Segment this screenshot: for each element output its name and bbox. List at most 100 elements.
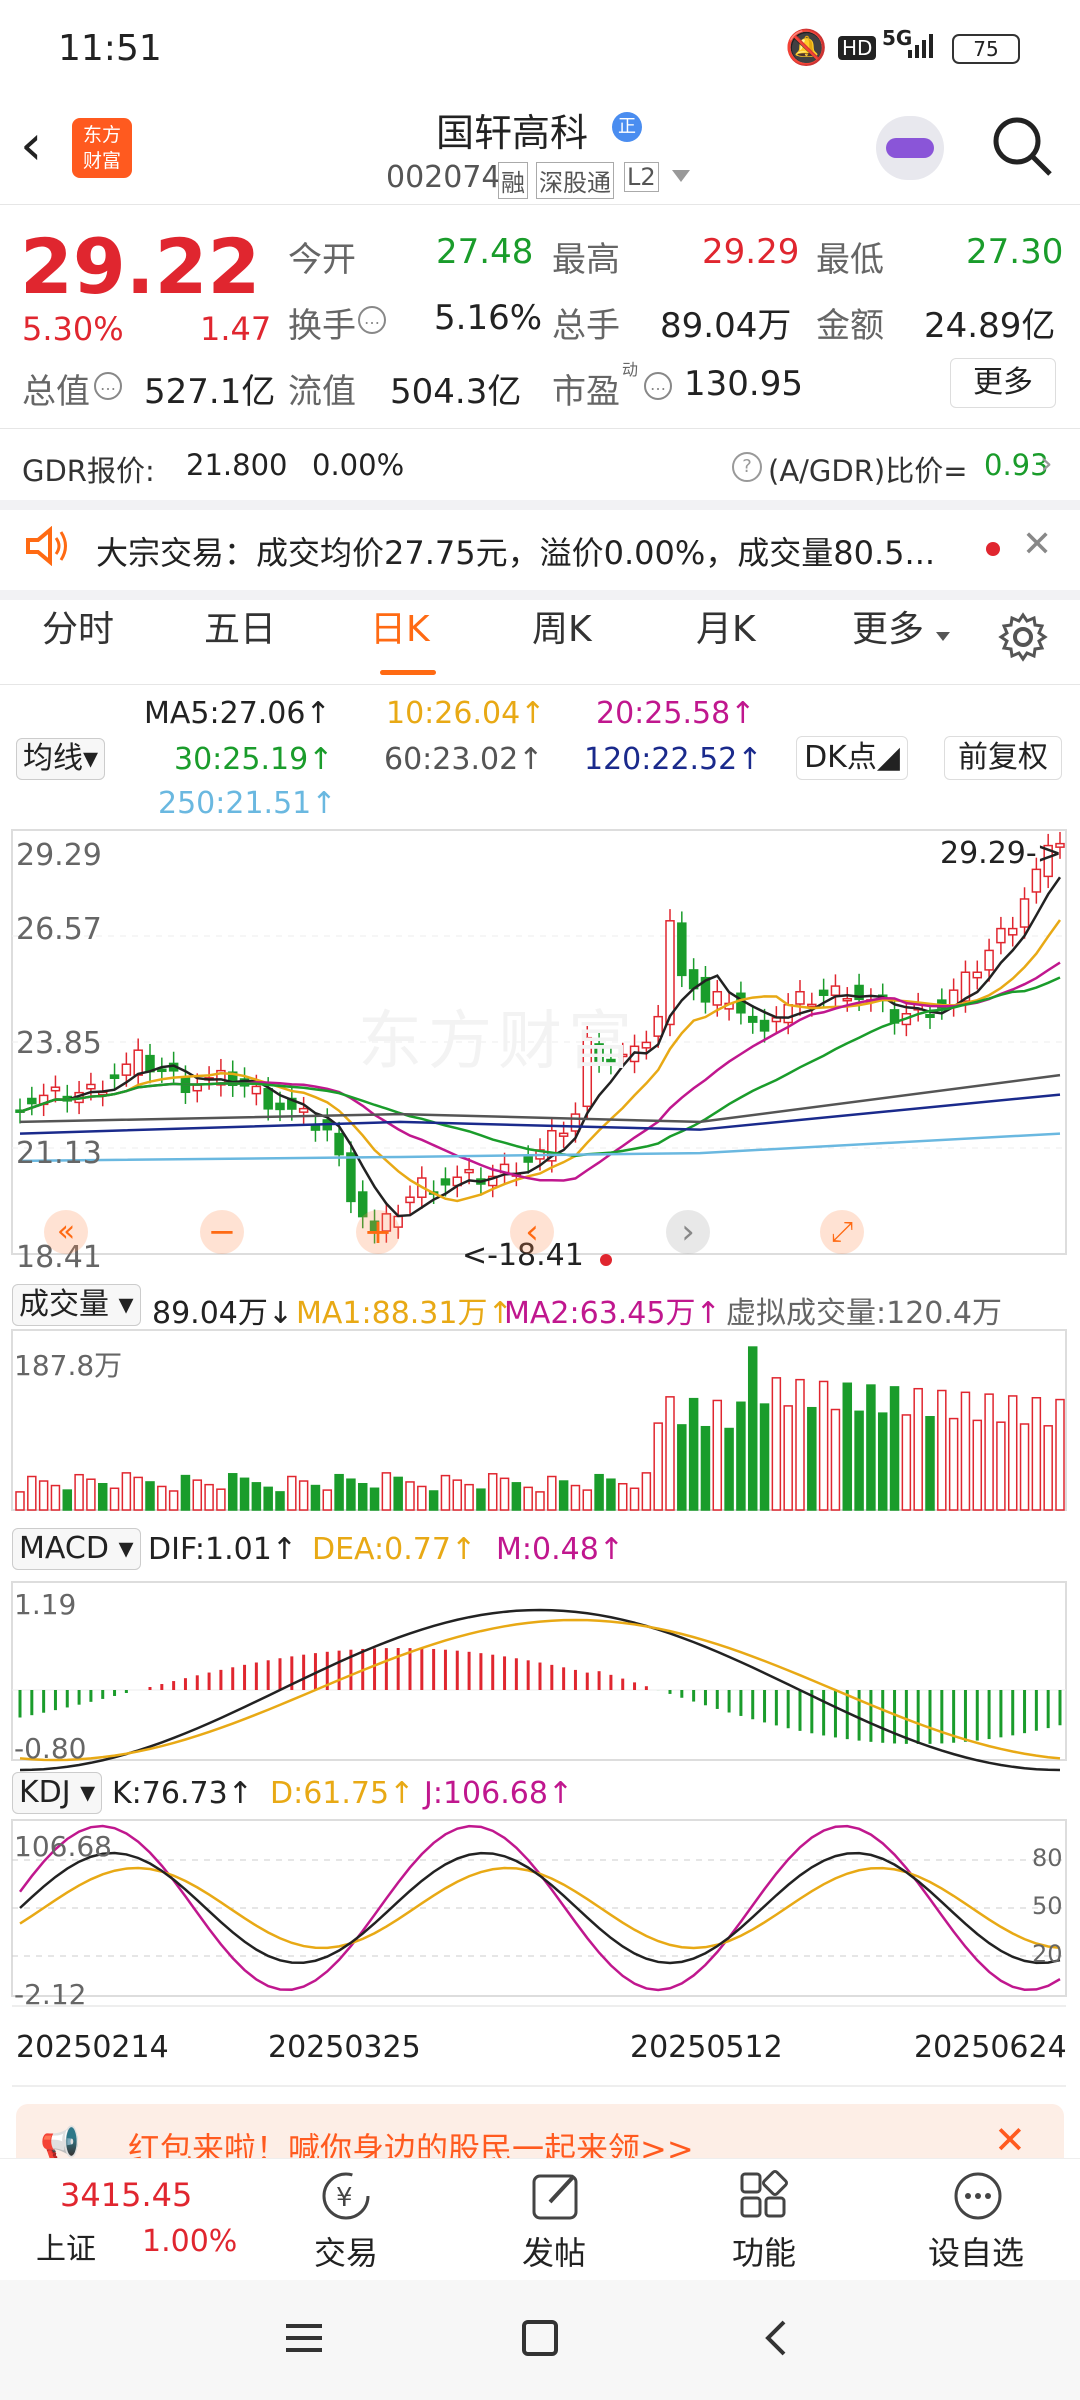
- tab-monthly-k[interactable]: 月K: [696, 600, 756, 652]
- tab-daily-k[interactable]: 日K: [370, 600, 430, 652]
- home-icon[interactable]: [520, 2318, 560, 2362]
- post-label[interactable]: 发帖: [522, 2228, 586, 2274]
- tab-5day[interactable]: 五日: [204, 600, 276, 652]
- kdj-j: J:106.68↑: [424, 1776, 574, 1811]
- volume-ma1: MA1:88.31万↑: [296, 1296, 513, 1331]
- volume-bar: [960, 1391, 971, 1511]
- kdj-bottom-label: -2.12: [14, 1978, 87, 2011]
- candle-body: [334, 1132, 344, 1156]
- zoom-in-icon[interactable]: +: [356, 1210, 400, 1254]
- mktcap-label: 总值: [22, 372, 90, 412]
- speaker-icon: [24, 525, 72, 570]
- dk-point-button[interactable]: DK点◢: [796, 736, 908, 780]
- close-icon[interactable]: ✕: [994, 2118, 1026, 2162]
- ma20-legend: 20:25.58↑: [596, 696, 756, 731]
- volume-bar: [275, 1491, 285, 1511]
- macd-selector[interactable]: MACD ▾: [12, 1528, 141, 1570]
- volume-bar: [38, 1480, 49, 1511]
- help-icon[interactable]: ?: [732, 452, 762, 482]
- volume-bar: [452, 1479, 463, 1511]
- chevron-down-icon[interactable]: [672, 170, 690, 182]
- volume-selector[interactable]: 成交量 ▾: [12, 1284, 141, 1326]
- candle-body: [157, 1068, 167, 1073]
- volume-bar: [239, 1477, 250, 1511]
- volume-bar: [1031, 1397, 1042, 1511]
- info-icon[interactable]: …: [94, 372, 122, 400]
- back-nav-icon[interactable]: [756, 2318, 796, 2362]
- scroll-left-fast-icon[interactable]: «: [44, 1210, 88, 1254]
- trade-icon[interactable]: ¥: [318, 2168, 374, 2228]
- tab-more[interactable]: 更多: [852, 600, 924, 652]
- settings-gear-icon[interactable]: [998, 612, 1048, 666]
- volume-bar: [227, 1473, 238, 1511]
- macd-bottom-label: -0.80: [14, 1732, 87, 1765]
- function-icon[interactable]: [736, 2168, 792, 2228]
- app-logo[interactable]: 东方 财富: [72, 118, 132, 178]
- candle-body: [1007, 927, 1018, 936]
- index-value[interactable]: 3415.45: [60, 2176, 192, 2214]
- candle-body: [948, 989, 959, 1006]
- ma-selector-label: 均线: [23, 741, 83, 776]
- zoom-out-icon[interactable]: −: [200, 1210, 244, 1254]
- add-watchlist-icon[interactable]: [950, 2168, 1006, 2228]
- volume-label: 总手: [552, 306, 620, 346]
- volume-bar: [641, 1472, 652, 1511]
- ma60-legend: 60:23.02↑: [384, 742, 544, 777]
- watermark: 东方财富: [358, 1005, 638, 1079]
- post-icon[interactable]: [528, 2168, 584, 2228]
- tab-intraday[interactable]: 分时: [42, 600, 114, 652]
- hd-icon: HD: [838, 36, 877, 60]
- y-label-top: 29.29: [16, 838, 102, 873]
- verified-badge: 正: [612, 112, 642, 142]
- chevron-down-icon[interactable]: [936, 632, 950, 641]
- ma-selector[interactable]: 均线▾: [16, 738, 106, 780]
- scroll-right-icon[interactable]: ›: [666, 1210, 710, 1254]
- tab-weekly-k[interactable]: 周K: [532, 600, 592, 652]
- info-icon[interactable]: …: [644, 372, 672, 400]
- kdj-level-20: 20: [1032, 1940, 1063, 1968]
- candle-body: [298, 1107, 309, 1113]
- close-icon[interactable]: ✕: [1022, 524, 1052, 565]
- menu-icon[interactable]: [284, 2318, 324, 2362]
- volume-ma2: MA2:63.45万↑: [504, 1296, 721, 1331]
- assistant-avatar-icon[interactable]: [876, 116, 944, 180]
- fullscreen-icon[interactable]: ⤢: [820, 1210, 864, 1254]
- chevron-right-icon[interactable]: ›: [1040, 444, 1053, 482]
- info-icon[interactable]: …: [358, 306, 386, 334]
- scroll-left-icon[interactable]: ‹: [510, 1210, 554, 1254]
- volume-bar: [1007, 1395, 1018, 1511]
- volume-bar: [523, 1486, 533, 1511]
- volume-bar: [405, 1481, 415, 1511]
- volume-bar: [334, 1473, 344, 1511]
- macd-dea: DEA:0.77↑: [312, 1532, 477, 1567]
- volume-bar: [369, 1487, 380, 1511]
- volume-bar: [877, 1412, 888, 1511]
- candle-body: [523, 1156, 533, 1163]
- function-label[interactable]: 功能: [732, 2228, 796, 2274]
- add-watchlist-label[interactable]: 设自选: [928, 2228, 1024, 2274]
- volume-bar: [97, 1482, 108, 1511]
- candle-body: [677, 922, 687, 977]
- adjust-button[interactable]: 前复权: [944, 736, 1062, 780]
- tab-active-indicator: [380, 670, 436, 675]
- date-label-4: 20250624: [914, 2030, 1067, 2065]
- notice-text[interactable]: 大宗交易：成交均价27.75元，溢价0.00%，成交量80.5...: [96, 528, 956, 574]
- back-icon[interactable]: ‹: [20, 118, 42, 174]
- search-icon[interactable]: [990, 114, 1054, 182]
- pe-value: 130.95: [684, 364, 803, 404]
- volume-bar: [50, 1484, 61, 1511]
- trade-label[interactable]: 交易: [314, 2228, 378, 2274]
- more-button[interactable]: 更多: [950, 358, 1056, 408]
- candle-body: [440, 1178, 451, 1186]
- app-logo-line2: 财富: [82, 150, 121, 172]
- price: 29.22: [20, 222, 261, 311]
- candle-body: [795, 990, 805, 1005]
- candle-body: [275, 1102, 285, 1111]
- volume-bar: [487, 1473, 498, 1511]
- kdj-selector[interactable]: KDJ ▾: [12, 1772, 103, 1814]
- volume-bar: [570, 1484, 581, 1511]
- volume-bar: [783, 1405, 793, 1511]
- index-pct[interactable]: 1.00%: [142, 2224, 237, 2259]
- index-name[interactable]: 上证: [36, 2224, 96, 2268]
- volume-value: 89.04万↓: [152, 1296, 294, 1331]
